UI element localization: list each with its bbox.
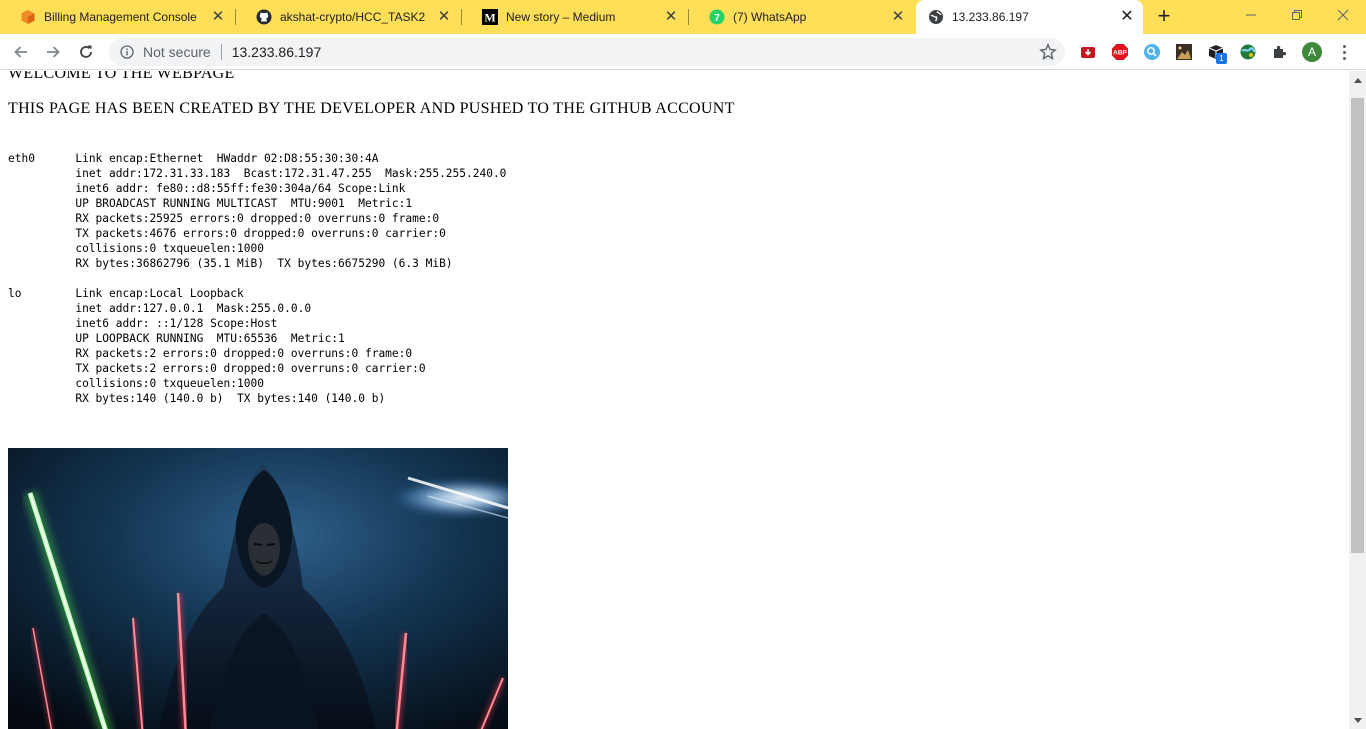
- vertical-scrollbar[interactable]: [1349, 71, 1366, 729]
- restore-icon: [1292, 10, 1302, 20]
- omnibox-divider: [220, 44, 222, 60]
- caret-up-icon: [1353, 77, 1362, 83]
- tab-current-page[interactable]: 13.233.86.197 ✕: [916, 0, 1143, 34]
- welcome-heading: WELCOME TO THE WEBPAGE: [8, 71, 235, 82]
- github-icon: [256, 9, 272, 25]
- medium-icon: M: [482, 9, 498, 25]
- back-button[interactable]: [9, 40, 33, 64]
- tab-title: New story – Medium: [506, 10, 616, 24]
- profile-avatar[interactable]: A: [1302, 42, 1322, 62]
- adblock-plus-icon[interactable]: ABP: [1111, 43, 1129, 61]
- svg-text:7: 7: [714, 13, 720, 24]
- tab-title: 13.233.86.197: [952, 10, 1029, 24]
- page-viewport: WELCOME TO THE WEBPAGE THIS PAGE HAS BEE…: [0, 71, 1349, 729]
- scroll-down-button[interactable]: [1349, 712, 1366, 729]
- menu-dot: [1342, 50, 1346, 54]
- restore-window-button[interactable]: [1274, 0, 1320, 30]
- bookmark-star-icon[interactable]: [1039, 43, 1057, 61]
- tab-title: Billing Management Console: [44, 10, 197, 24]
- ifconfig-output: eth0 Link encap:Ethernet HWaddr 02:D8:55…: [8, 152, 507, 405]
- image-extension-icon[interactable]: [1175, 43, 1193, 61]
- arrow-left-icon: [14, 46, 27, 58]
- not-secure-label[interactable]: Not secure: [143, 44, 211, 60]
- extension-badge: 1: [1216, 53, 1227, 64]
- tab-billing-console[interactable]: Billing Management Console ✕: [0, 0, 236, 34]
- globe-icon: [928, 9, 944, 25]
- svg-text:ABP: ABP: [1113, 50, 1127, 57]
- close-tab-icon[interactable]: ✕: [890, 9, 906, 25]
- created-heading: THIS PAGE HAS BEEN CREATED BY THE DEVELO…: [8, 100, 735, 117]
- aws-icon: [20, 9, 36, 25]
- reload-icon: [80, 45, 92, 58]
- tab-medium[interactable]: M New story – Medium ✕: [462, 0, 689, 34]
- close-icon: [1337, 9, 1349, 21]
- browser-toolbar: Not secure 13.233.86.197 ABP 1 A: [0, 34, 1366, 70]
- scrollbar-thumb[interactable]: [1351, 98, 1364, 553]
- reload-button[interactable]: [74, 40, 98, 64]
- tab-title: (7) WhatsApp: [733, 10, 807, 24]
- tab-github[interactable]: akshat-crypto/HCC_TASK2 ✕: [236, 0, 462, 34]
- puzzle-extensions-icon[interactable]: [1271, 43, 1289, 61]
- forward-button[interactable]: [41, 40, 65, 64]
- close-tab-icon[interactable]: ✕: [1119, 9, 1135, 25]
- menu-dot: [1342, 56, 1346, 60]
- menu-dot: [1342, 44, 1346, 48]
- close-tab-icon[interactable]: ✕: [210, 9, 226, 25]
- globe-extension-icon[interactable]: [1239, 43, 1257, 61]
- browser-menu-button[interactable]: [1336, 42, 1352, 62]
- download-extension-icon[interactable]: [1079, 43, 1097, 61]
- url-text[interactable]: 13.233.86.197: [232, 44, 322, 60]
- search-extension-icon[interactable]: [1143, 43, 1161, 61]
- caret-down-icon: [1353, 717, 1362, 723]
- tab-whatsapp[interactable]: 7 (7) WhatsApp ✕: [689, 0, 916, 34]
- new-tab-button[interactable]: +: [1152, 5, 1176, 29]
- address-bar[interactable]: Not secure 13.233.86.197: [109, 38, 1065, 66]
- minimize-window-button[interactable]: [1228, 0, 1274, 30]
- arrow-right-icon: [47, 46, 60, 58]
- info-icon[interactable]: [120, 45, 134, 59]
- scroll-up-button[interactable]: [1349, 71, 1366, 88]
- close-window-button[interactable]: [1320, 0, 1366, 30]
- close-tab-icon[interactable]: ✕: [663, 9, 679, 25]
- tab-strip: Billing Management Console ✕ akshat-cryp…: [0, 0, 1366, 34]
- minimize-icon: [1246, 14, 1256, 16]
- tab-title: akshat-crypto/HCC_TASK2: [280, 10, 426, 24]
- package-extension-icon[interactable]: 1: [1207, 43, 1227, 64]
- whatsapp-icon: 7: [709, 9, 725, 25]
- close-tab-icon[interactable]: ✕: [436, 9, 452, 25]
- sith-warrior-image: [8, 448, 508, 729]
- svg-text:M: M: [484, 11, 495, 25]
